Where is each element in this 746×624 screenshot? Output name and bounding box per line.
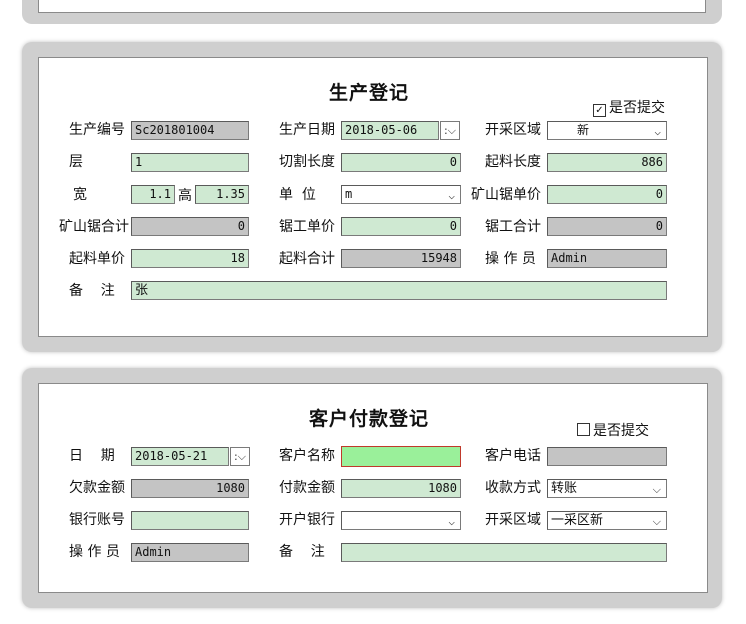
saw-price-label: 锯工单价 [279,219,335,235]
chevron-down-icon: ⌵ [652,515,661,528]
unit-select[interactable]: m ⌵ [341,185,461,204]
submitted-label: 是否提交 [609,100,665,116]
prod-no-field[interactable]: Sc201801004 [131,121,249,140]
operator-field[interactable]: Admin [131,543,249,562]
layer-field[interactable]: 1 [131,153,249,172]
prod-no-label: 生产编号 [69,122,125,138]
layer-label: 层 [69,154,83,170]
method-label: 收款方式 [485,480,541,496]
payment-card: 客户付款登记 是否提交 日 期 2018-05-21 :⌵ 客户名称 客户电话 … [22,368,722,608]
previous-card-edge [22,0,722,24]
bank-label: 开户银行 [279,512,335,528]
date-dropdown-button[interactable]: :⌵ [440,121,460,140]
prod-date-label: 生产日期 [279,122,335,138]
mine-saw-price-label: 矿山锯单价 [471,187,541,203]
submitted-label: 是否提交 [593,423,649,439]
lift-total-field[interactable]: 15948 [341,249,461,268]
customer-phone-label: 客户电话 [485,448,541,464]
unit-label: 单 位 [279,187,316,203]
mine-saw-total-field[interactable]: 0 [131,217,249,236]
operator-label: 操 作 员 [485,251,536,267]
payment-submitted-checkbox[interactable]: 是否提交 [577,420,649,440]
chevron-down-icon: ⌵ [448,515,455,528]
mine-saw-total-label: 矿山锯合计 [59,219,129,235]
paid-label: 付款金额 [279,480,335,496]
prod-date-field[interactable]: 2018-05-06 [341,121,439,140]
remark-label: 备 注 [69,283,115,299]
saw-total-label: 锯工合计 [485,219,541,235]
area-value: 一采区新 [551,513,604,528]
production-card: 生产登记 ✓ 是否提交 生产编号 Sc201801004 生产日期 2018-05… [22,42,722,352]
area-value: 新 [577,123,590,137]
lift-total-label: 起料合计 [279,251,335,267]
chevron-down-icon: ⌵ [448,189,455,202]
customer-phone-field[interactable] [547,447,667,466]
production-title: 生产登记 [329,82,410,104]
remark-label: 备 注 [279,544,325,560]
chevron-down-icon: ⌵ [652,483,661,496]
lift-price-label: 起料单价 [69,251,125,267]
operator-field[interactable]: Admin [547,249,667,268]
cut-length-label: 切割长度 [279,154,335,170]
owed-label: 欠款金额 [69,480,125,496]
height-label: 高 [178,188,192,204]
account-field[interactable] [131,511,249,530]
production-submitted-checkbox[interactable]: ✓ 是否提交 [593,97,665,117]
width-field[interactable]: 1.1 [131,185,175,204]
owed-field[interactable]: 1080 [131,479,249,498]
payment-title: 客户付款登记 [309,408,430,430]
production-form: 生产登记 ✓ 是否提交 生产编号 Sc201801004 生产日期 2018-05… [38,57,708,337]
checkbox-checked-icon: ✓ [593,104,606,117]
width-label: 宽 [73,187,87,203]
mine-saw-price-field[interactable]: 0 [547,185,667,204]
lift-length-field[interactable]: 886 [547,153,667,172]
bank-select[interactable]: ⌵ [341,511,461,530]
customer-name-label: 客户名称 [279,448,335,464]
method-value: 转账 [551,481,578,496]
remark-field[interactable] [341,543,667,562]
height-field[interactable]: 1.35 [195,185,249,204]
date-dropdown-button[interactable]: :⌵ [230,447,250,466]
area-select[interactable]: 一采区新 ⌵ [547,511,667,530]
unit-value: m [345,187,353,201]
cut-length-field[interactable]: 0 [341,153,461,172]
checkbox-unchecked-icon [577,423,590,436]
operator-label: 操 作 员 [69,544,120,560]
remark-field[interactable]: 张 [131,281,667,300]
account-label: 银行账号 [69,512,125,528]
area-label: 开采区域 [485,512,541,528]
area-select[interactable]: 新 ⌵ [547,121,667,140]
date-field[interactable]: 2018-05-21 [131,447,229,466]
customer-name-field[interactable] [341,446,461,467]
saw-price-field[interactable]: 0 [341,217,461,236]
method-select[interactable]: 转账 ⌵ [547,479,667,498]
lift-length-label: 起料长度 [485,154,541,170]
payment-form: 客户付款登记 是否提交 日 期 2018-05-21 :⌵ 客户名称 客户电话 … [38,383,708,593]
date-label: 日 期 [69,448,115,464]
paid-field[interactable]: 1080 [341,479,461,498]
lift-price-field[interactable]: 18 [131,249,249,268]
chevron-down-icon: ⌵ [654,125,661,138]
saw-total-field[interactable]: 0 [547,217,667,236]
area-label: 开采区域 [485,122,541,138]
